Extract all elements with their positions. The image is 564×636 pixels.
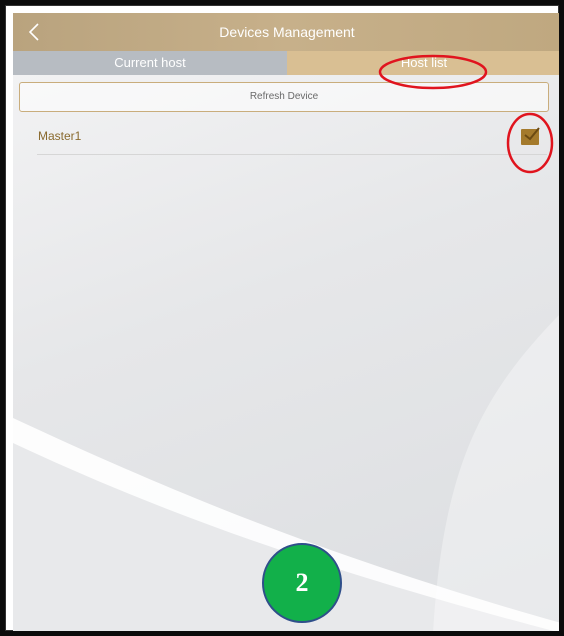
- list-item[interactable]: Master1: [13, 119, 559, 155]
- step-number-badge: 2: [262, 543, 342, 623]
- device-name: Master1: [38, 129, 82, 143]
- title-bar: Devices Management: [13, 13, 559, 51]
- row-divider: [37, 154, 547, 155]
- app-screen: Devices Management Current host Host lis…: [13, 13, 559, 631]
- tab-current-host[interactable]: Current host: [13, 51, 287, 75]
- highlight-ellipse-checkbox: [506, 112, 554, 174]
- page-title: Devices Management: [219, 24, 355, 40]
- screenshot-frame: Devices Management Current host Host lis…: [0, 0, 564, 636]
- highlight-ellipse-host-list: [378, 54, 488, 90]
